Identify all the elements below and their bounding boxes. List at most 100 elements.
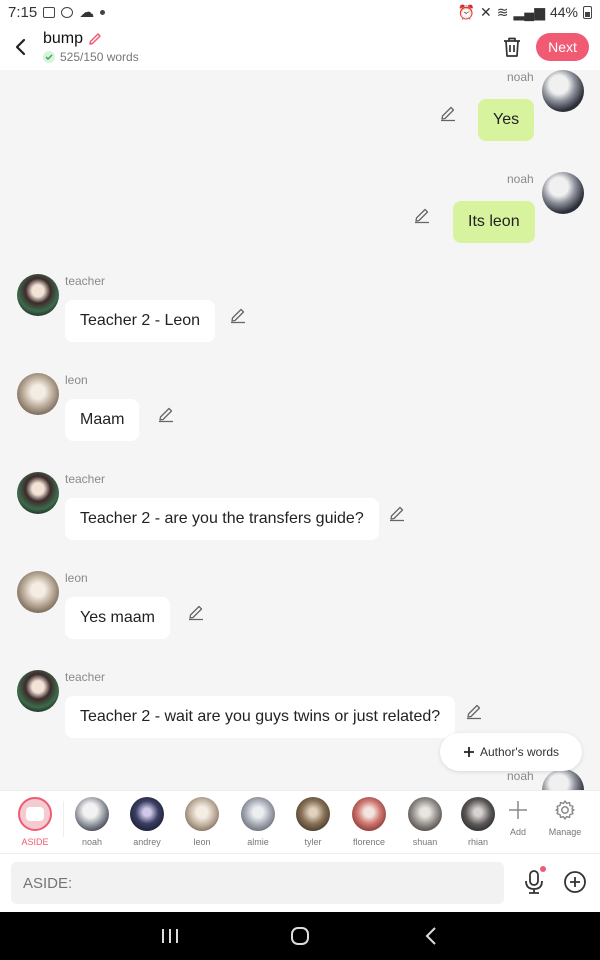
sender-name: leon [65, 373, 88, 387]
add-label: Add [509, 827, 526, 837]
gallery-icon [43, 6, 56, 18]
edit-message-icon[interactable] [413, 206, 431, 224]
system-nav-bar [0, 912, 600, 960]
cloud-icon: ☁ [79, 4, 95, 21]
recent-apps-icon[interactable] [158, 924, 182, 948]
sender-name: teacher [65, 274, 106, 288]
avatar [75, 797, 109, 831]
edit-title-icon[interactable] [87, 31, 103, 47]
avatar [352, 797, 386, 831]
character-andrey[interactable]: andrey [124, 797, 170, 847]
character-name: tyler [304, 837, 322, 847]
edit-message-icon[interactable] [157, 405, 175, 423]
message-input[interactable] [11, 862, 504, 904]
character-florence[interactable]: florence [346, 797, 392, 847]
character-noah[interactable]: noah [69, 797, 115, 847]
plus-icon [464, 747, 474, 757]
manage-label: Manage [548, 827, 582, 837]
avatar [408, 797, 442, 831]
character-name: andrey [133, 837, 161, 847]
status-time: 7:15 [8, 3, 38, 21]
edit-message-icon[interactable] [187, 603, 205, 621]
message-bubble[interactable]: Yes [478, 99, 535, 141]
edit-message-icon[interactable] [388, 504, 406, 522]
input-bar [0, 854, 600, 912]
microphone-icon[interactable] [520, 868, 548, 896]
header: bump 525/150 words Next [0, 24, 600, 70]
dnd-icon [61, 6, 74, 18]
avatar-noah[interactable] [542, 70, 584, 112]
aside-avatar [18, 797, 52, 831]
edit-message-icon[interactable] [229, 306, 247, 324]
message-bubble[interactable]: Yes maam [65, 597, 170, 639]
avatar-teacher[interactable] [17, 670, 59, 712]
sender-name: noah [507, 769, 534, 783]
character-tyler[interactable]: tyler [290, 797, 336, 847]
back-arrow-icon [15, 38, 26, 56]
add-attachment-icon[interactable] [563, 870, 587, 894]
battery-icon [583, 5, 592, 19]
sender-name: noah [507, 70, 534, 84]
wifi-icon: ≋ [496, 3, 509, 20]
character-almie[interactable]: almie [235, 797, 281, 847]
avatar [296, 797, 330, 831]
message-bubble[interactable]: Teacher 2 - are you the transfers guide? [65, 498, 379, 540]
sender-name: teacher [65, 472, 106, 486]
character-name: noah [81, 837, 103, 847]
manage-button[interactable]: Manage [545, 799, 585, 837]
sender-name: teacher [65, 670, 106, 684]
add-character-button[interactable]: Add [498, 799, 538, 837]
story-title: bump [43, 30, 84, 47]
character-rhian[interactable]: rhian [455, 797, 501, 847]
avatar-leon[interactable] [17, 373, 59, 415]
avatar-teacher[interactable] [17, 472, 59, 514]
character-name: almie [247, 837, 269, 847]
back-button[interactable] [0, 24, 40, 70]
battery-level: 44% [549, 4, 578, 20]
avatar [185, 797, 219, 831]
avatar [241, 797, 275, 831]
message-bubble[interactable]: Teacher 2 - Leon [65, 300, 216, 342]
message-bubble[interactable]: Maam [65, 399, 140, 441]
character-leon[interactable]: leon [179, 797, 225, 847]
avatar-teacher[interactable] [17, 274, 59, 316]
sender-name: noah [507, 172, 534, 186]
character-aside[interactable]: ASIDE [12, 797, 58, 847]
character-name: ASIDE [21, 837, 49, 847]
add-icon [509, 801, 527, 819]
trash-icon [504, 37, 520, 57]
recording-indicator-dot [540, 866, 546, 872]
delete-button[interactable] [499, 34, 525, 60]
character-name: leon [193, 837, 211, 847]
message-bubble[interactable]: Teacher 2 - wait are you guys twins or j… [65, 696, 456, 738]
character-name: rhian [467, 837, 488, 847]
system-back-icon[interactable] [420, 924, 444, 948]
avatar-noah[interactable] [542, 172, 584, 214]
word-count: 525/150 words [60, 50, 139, 64]
alarm-icon: ⏰ [457, 3, 476, 20]
sender-name: leon [65, 571, 88, 585]
avatar-noah[interactable] [542, 769, 584, 790]
chat-area: noah Yes noah Its leon teacher Teacher 2… [0, 70, 600, 790]
home-icon[interactable] [288, 924, 312, 948]
edit-message-icon[interactable] [465, 702, 483, 720]
divider [63, 801, 64, 837]
signal-icon: ▂▄▆ [513, 3, 545, 20]
character-bar: ASIDE noah andrey leon almie tyler flore… [0, 790, 600, 854]
next-button[interactable]: Next [536, 33, 589, 61]
authors-words-button[interactable]: Author's words [440, 733, 582, 771]
character-name: florence [352, 837, 386, 847]
avatar-leon[interactable] [17, 571, 59, 613]
character-shuan[interactable]: shuan [402, 797, 448, 847]
authors-words-label: Author's words [480, 745, 559, 759]
notification-dot-icon [100, 9, 106, 15]
status-bar: 7:15 ☁ ⏰ ✕ ≋ ▂▄▆ 44% [0, 0, 600, 24]
message-bubble[interactable]: Its leon [453, 201, 535, 243]
avatar [461, 797, 495, 831]
mute-icon: ✕ [480, 3, 492, 20]
edit-message-icon[interactable] [439, 104, 457, 122]
gear-icon [555, 800, 575, 820]
character-name: shuan [412, 837, 438, 847]
check-icon [43, 51, 55, 63]
avatar [130, 797, 164, 831]
